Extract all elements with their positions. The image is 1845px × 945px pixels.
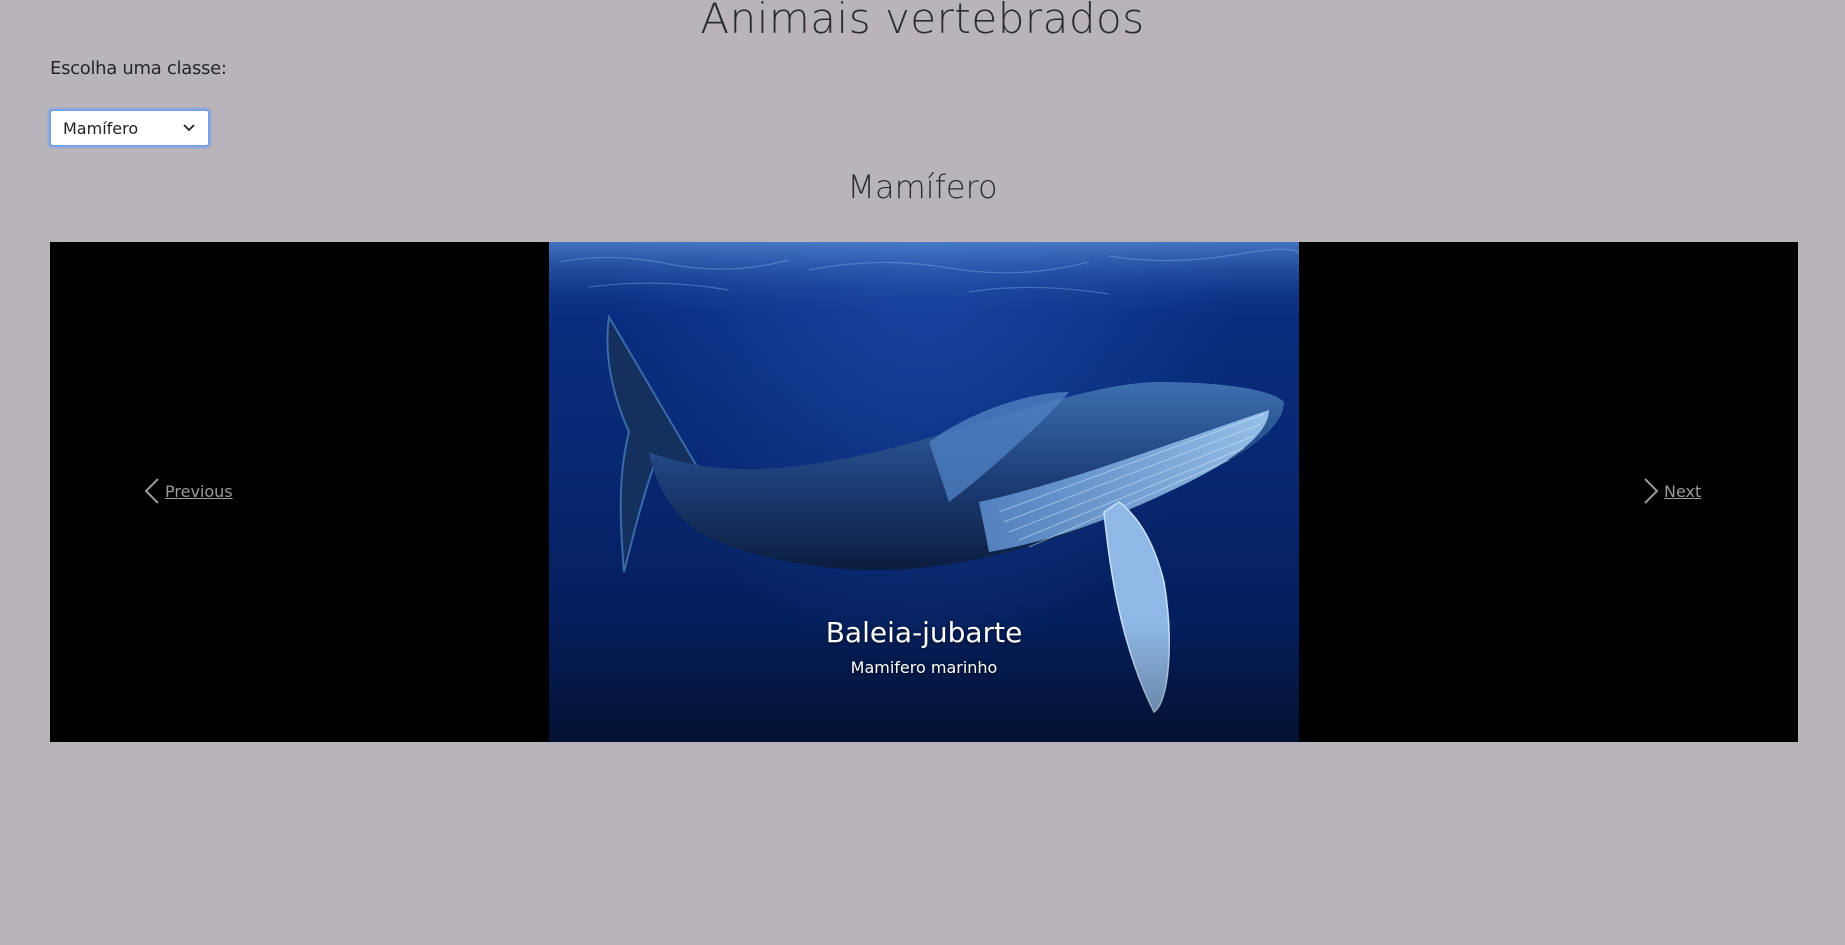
slide-caption: Baleia-jubarte Mamifero marinho [549,616,1299,677]
chevron-right-icon [1642,477,1660,505]
class-select-value: Mamífero [63,118,139,138]
section-title: Mamífero [847,168,998,206]
class-select[interactable]: Mamífero [49,109,210,147]
slide-caption-subtitle: Mamifero marinho [850,658,998,677]
chevron-down-icon [182,121,196,135]
carousel-next-label: Next [1664,481,1702,501]
image-carousel: Baleia-jubarte Mamifero marinho Previous… [50,242,1798,742]
chevron-left-icon [143,477,161,505]
carousel-next-button[interactable]: Next [1642,477,1701,505]
carousel-previous-label: Previous [165,481,233,501]
carousel-previous-button[interactable]: Previous [143,477,233,505]
class-select-label: Escolha uma classe: [50,58,227,79]
slide-caption-title: Baleia-jubarte [825,616,1023,649]
page-title: Animais vertebrados [700,0,1145,43]
